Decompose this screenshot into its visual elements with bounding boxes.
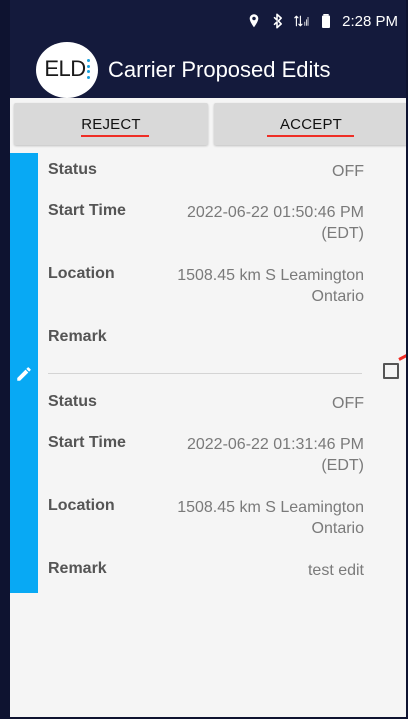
accept-underline-annotation [267, 135, 354, 137]
record-remark-row: Remark test edit [38, 560, 372, 601]
record-start-time-row: Start Time 2022-06-22 01:50:46 PM (EDT) [38, 202, 372, 265]
record-divider [48, 373, 362, 374]
eld-logo: ELD [36, 42, 98, 98]
logo-dots-icon [86, 59, 90, 79]
start-time-value: 2022-06-22 01:50:46 PM (EDT) [186, 204, 364, 242]
remark-value: test edit [307, 562, 364, 579]
location-label: Location [48, 497, 115, 514]
reject-underline-annotation [81, 135, 149, 137]
content-area: REJECT ACCEPT Status OFF Start Time 2022… [10, 98, 406, 717]
remark-label: Remark [48, 328, 107, 345]
remark-label: Remark [48, 560, 107, 577]
annotation-arrow [398, 353, 406, 361]
accept-button[interactable]: ACCEPT [214, 103, 406, 145]
start-time-value: 2022-06-22 01:31:46 PM (EDT) [186, 436, 364, 474]
app-bar: ELD Carrier Proposed Edits [10, 42, 406, 98]
record-location-row: Location 1508.45 km S Leamington Ontario [38, 497, 372, 560]
phone-screen: 2:28 PM ELD Carrier Proposed Edits REJEC… [0, 0, 408, 719]
location-icon [246, 13, 262, 29]
signal-icon [294, 13, 310, 29]
status-value: OFF [332, 163, 364, 180]
battery-icon [318, 13, 334, 29]
eld-logo-text: ELD [44, 56, 86, 81]
action-bar: REJECT ACCEPT [10, 98, 406, 148]
page-title: Carrier Proposed Edits [108, 57, 331, 82]
record-remark-row: Remark [38, 328, 372, 369]
status-label: Status [48, 161, 97, 178]
proposed-record: Status OFF Start Time 2022-06-22 01:50:4… [38, 161, 372, 369]
edit-record-list: Status OFF Start Time 2022-06-22 01:50:4… [10, 153, 406, 593]
record-location-row: Location 1508.45 km S Leamington Ontario [38, 265, 372, 328]
location-value: 1508.45 km S Leamington Ontario [177, 499, 364, 537]
start-time-label: Start Time [48, 202, 126, 219]
record-start-time-row: Start Time 2022-06-22 01:31:46 PM (EDT) [38, 434, 372, 497]
status-bar: 2:28 PM [10, 0, 406, 42]
record-status-row: Status OFF [38, 393, 372, 434]
edit-indicator-bar [10, 153, 38, 593]
status-label: Status [48, 393, 97, 410]
original-record: Status OFF Start Time 2022-06-22 01:31:4… [38, 393, 372, 601]
location-label: Location [48, 265, 115, 282]
reject-button[interactable]: REJECT [14, 103, 208, 145]
record-status-row: Status OFF [38, 161, 372, 202]
bluetooth-icon [270, 13, 286, 29]
status-time: 2:28 PM [342, 12, 398, 30]
location-value: 1508.45 km S Leamington Ontario [177, 267, 364, 305]
pencil-icon[interactable] [15, 365, 33, 383]
device-frame-left [0, 0, 10, 719]
start-time-label: Start Time [48, 434, 126, 451]
status-value: OFF [332, 395, 364, 412]
select-checkbox[interactable] [383, 363, 399, 379]
status-icons: 2:28 PM [246, 0, 398, 42]
